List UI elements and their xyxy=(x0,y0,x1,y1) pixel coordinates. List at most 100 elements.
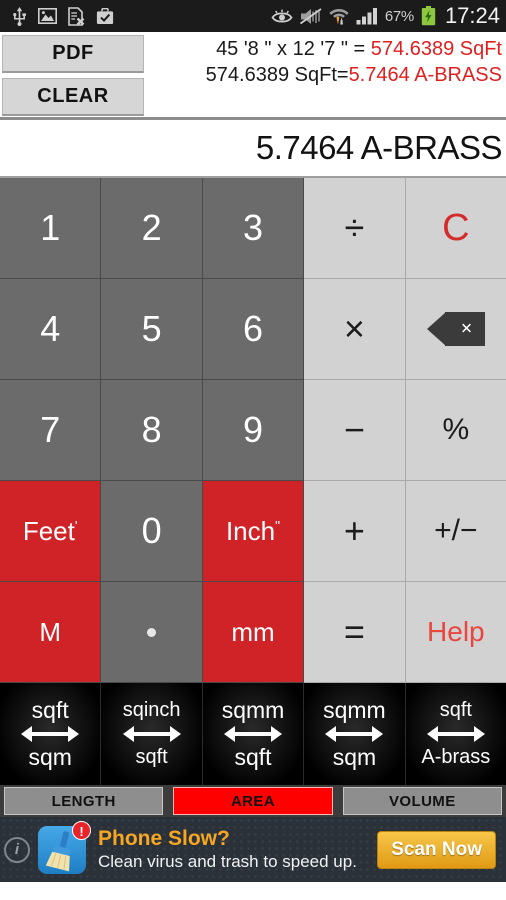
status-bar-right-icons: 67% 17:24 xyxy=(271,3,500,29)
key-divide[interactable]: ÷ xyxy=(304,178,406,279)
key-decimal-point[interactable] xyxy=(101,582,203,683)
result-value: 5.7464 A-BRASS xyxy=(255,129,503,166)
key-sign[interactable]: +/− xyxy=(405,481,506,582)
double-arrow-icon xyxy=(122,725,181,743)
key-4-label: 4 xyxy=(40,308,61,349)
usb-icon xyxy=(13,6,26,26)
history-panel[interactable]: 45 '8 " x 12 '7 " = 574.6389 SqFt 574.63… xyxy=(150,32,506,117)
convert-sqft-to-abrass[interactable]: sqft A-brass xyxy=(405,683,506,785)
signal-bars-icon xyxy=(356,8,377,25)
key-meter[interactable]: M xyxy=(0,582,102,683)
convert-sqmm-to-sqft[interactable]: sqmm sqft xyxy=(202,683,305,785)
ad-headline: Phone Slow? xyxy=(98,827,230,850)
convert-sqft-to-sqm[interactable]: sqft sqm xyxy=(0,683,102,785)
key-clear-label: C xyxy=(442,206,470,249)
document-error-icon xyxy=(68,6,85,26)
key-feet-text: Feet xyxy=(22,515,75,546)
key-8-label: 8 xyxy=(141,409,162,450)
ad-alert-badge: ! xyxy=(72,820,91,840)
status-bar: 67% 17:24 xyxy=(0,0,506,32)
convert-sqinch-to-sqft-from: sqinch xyxy=(122,699,181,721)
key-inch-superscript: " xyxy=(275,516,281,533)
history-line-2-expression: 574.6389 SqFt= xyxy=(205,64,349,86)
mute-icon xyxy=(299,7,322,24)
battery-percent-label: 67% xyxy=(384,7,414,25)
key-percent[interactable]: % xyxy=(405,380,506,481)
tab-volume[interactable]: VOLUME xyxy=(342,787,502,815)
double-arrow-icon xyxy=(325,725,384,743)
key-8[interactable]: 8 xyxy=(101,380,203,481)
key-3[interactable]: 3 xyxy=(202,178,305,279)
backspace-icon: ✕ xyxy=(426,312,485,346)
clock-label: 17:24 xyxy=(444,3,500,28)
key-0[interactable]: 0 xyxy=(101,481,203,582)
ad-scan-now-button[interactable]: Scan Now xyxy=(377,830,496,869)
keypad-row: 1 2 3 ÷ C xyxy=(0,178,506,279)
key-minus[interactable]: − xyxy=(304,380,406,481)
keypad-row: 7 8 9 −% xyxy=(0,380,506,481)
key-9[interactable]: 9 xyxy=(202,380,305,481)
key-0-label: 0 xyxy=(141,510,162,551)
key-3-label: 3 xyxy=(243,207,264,248)
key-millimeter-label: mm xyxy=(231,617,274,648)
convert-sqmm-to-sqm-from: sqmm xyxy=(323,697,386,723)
briefcase-check-icon xyxy=(96,7,114,24)
history-line-2-result: 5.7464 A-BRASS xyxy=(348,64,502,86)
key-inch-label: Inch" xyxy=(226,516,280,547)
key-help[interactable]: Help xyxy=(405,582,506,683)
convert-sqmm-to-sqm[interactable]: sqmm sqm xyxy=(304,683,406,785)
image-icon xyxy=(38,8,57,24)
battery-charging-icon xyxy=(421,6,436,26)
convert-sqft-to-abrass-from: sqft xyxy=(439,699,472,721)
key-7-label: 7 xyxy=(40,409,61,450)
keypad-row: 4 5 6 × ✕ xyxy=(0,279,506,380)
key-equals[interactable]: = xyxy=(304,582,406,683)
key-multiply[interactable]: × xyxy=(304,279,406,380)
ad-info-icon[interactable]: i xyxy=(4,836,30,863)
key-sign-label: +/− xyxy=(434,514,478,547)
key-clear[interactable]: C xyxy=(405,178,506,279)
key-minus-label: − xyxy=(343,409,365,450)
key-millimeter[interactable]: mm xyxy=(202,582,305,683)
key-inch[interactable]: Inch" xyxy=(202,481,305,582)
eye-icon xyxy=(271,9,293,22)
result-display: 5.7464 A-BRASS xyxy=(0,120,506,178)
keypad-row: Mmm = Help xyxy=(0,582,506,683)
ad-text: Phone Slow? Clean virus and trash to spe… xyxy=(98,827,357,872)
convert-sqft-to-abrass-to: A-brass xyxy=(421,746,491,768)
history-line-1-expression: 45 '8 " x 12 '7 " = xyxy=(216,38,371,60)
key-backspace[interactable]: ✕ xyxy=(405,279,506,380)
key-7[interactable]: 7 xyxy=(0,380,102,481)
key-feet[interactable]: Feet' xyxy=(0,481,102,582)
clear-button[interactable]: CLEAR xyxy=(2,78,144,116)
history-line-1-result: 574.6389 SqFt xyxy=(370,38,502,60)
convert-sqmm-to-sqm-to: sqm xyxy=(332,744,377,770)
key-6-label: 6 xyxy=(243,308,264,349)
key-help-label: Help xyxy=(427,616,485,647)
key-9-label: 9 xyxy=(243,409,264,450)
key-1-label: 1 xyxy=(40,207,61,248)
key-feet-superscript: ' xyxy=(74,516,78,533)
key-meter-label: M xyxy=(39,617,61,648)
calculator-app: 67% 17:24 PDF CLEAR 45 '8 " x 12 '7 " = … xyxy=(0,0,506,900)
convert-sqinch-to-sqft[interactable]: sqinch sqft xyxy=(101,683,203,785)
conversion-row: sqft sqm sqinch sqft sqmm sqft sqmm sqm sqft A-br… xyxy=(0,683,506,785)
key-1[interactable]: 1 xyxy=(0,178,102,279)
key-6[interactable]: 6 xyxy=(202,279,305,380)
key-2-label: 2 xyxy=(141,207,162,248)
key-plus[interactable]: + xyxy=(304,481,406,582)
key-millimeter-text: mm xyxy=(231,616,275,647)
key-4[interactable]: 4 xyxy=(0,279,102,380)
pdf-button[interactable]: PDF xyxy=(2,35,144,73)
convert-sqmm-to-sqft-from: sqmm xyxy=(221,697,285,723)
key-divide-label: ÷ xyxy=(344,207,365,248)
key-5[interactable]: 5 xyxy=(101,279,203,380)
history-line-2: 574.6389 SqFt=5.7464 A-BRASS xyxy=(206,62,502,88)
key-meter-text: M xyxy=(39,616,62,647)
convert-sqinch-to-sqft-to: sqft xyxy=(135,746,168,768)
ad-banner[interactable]: i ! Phone Slow? Clean virus and trash to xyxy=(0,817,506,882)
tab-area[interactable]: AREA xyxy=(173,787,333,815)
key-2[interactable]: 2 xyxy=(101,178,203,279)
key-5-label: 5 xyxy=(141,308,162,349)
tab-length[interactable]: LENGTH xyxy=(4,787,164,815)
